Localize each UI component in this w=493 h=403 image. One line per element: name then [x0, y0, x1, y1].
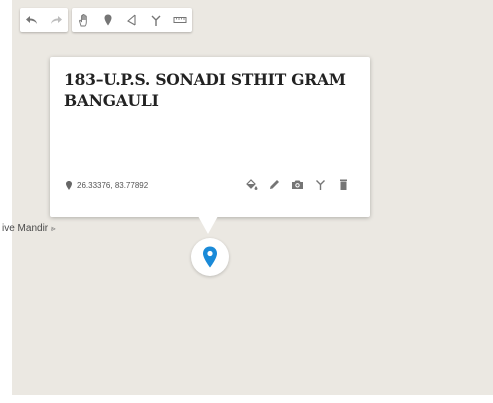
edit-pencil-icon	[270, 180, 279, 189]
camera-icon	[292, 180, 303, 189]
info-window-actions	[245, 178, 350, 191]
info-window-pointer	[198, 216, 218, 234]
add-marker-button[interactable]	[96, 8, 120, 32]
directions-icon	[316, 180, 325, 190]
map-place-label[interactable]: ive Mandir ⪢	[2, 223, 55, 234]
ruler-icon	[173, 17, 187, 23]
draw-line-icon	[127, 14, 136, 26]
directions-button[interactable]	[144, 8, 168, 32]
fill-style-icon	[246, 179, 258, 190]
info-window: 183–U.P.S. SONADI STHIT GRAM BANGAULI 26…	[50, 57, 370, 234]
style-button[interactable]	[245, 178, 258, 191]
directions-icon	[151, 15, 161, 26]
draw-line-button[interactable]	[120, 8, 144, 32]
directions-to-button[interactable]	[314, 178, 327, 191]
history-tool-group	[20, 8, 68, 32]
delete-trash-icon	[340, 179, 347, 190]
selected-marker[interactable]	[191, 238, 229, 276]
drawing-tool-group	[72, 8, 192, 32]
map-toolbar	[20, 7, 192, 33]
redo-icon	[51, 16, 62, 24]
add-marker-icon	[104, 14, 112, 26]
pan-tool-button[interactable]	[72, 8, 96, 32]
hand-pan-icon	[79, 13, 87, 27]
pin-icon	[66, 181, 72, 190]
coordinates-row: 26.33376, 83.77892	[66, 181, 148, 190]
measure-button[interactable]	[168, 8, 192, 32]
delete-button[interactable]	[337, 178, 350, 191]
coordinates-text: 26.33376, 83.77892	[77, 181, 149, 190]
undo-button[interactable]	[20, 8, 44, 32]
redo-button[interactable]	[44, 8, 68, 32]
map-pin-icon	[203, 246, 217, 268]
edit-button[interactable]	[268, 178, 281, 191]
place-title: 183–U.P.S. SONADI STHIT GRAM BANGAULI	[64, 70, 346, 110]
bottom-margin	[0, 395, 493, 403]
place-label-text: ive Mandir	[2, 223, 49, 234]
undo-icon	[26, 16, 37, 24]
add-photo-button[interactable]	[291, 178, 304, 191]
left-margin	[0, 0, 12, 403]
place-label-suffix: ⪢	[50, 224, 56, 233]
